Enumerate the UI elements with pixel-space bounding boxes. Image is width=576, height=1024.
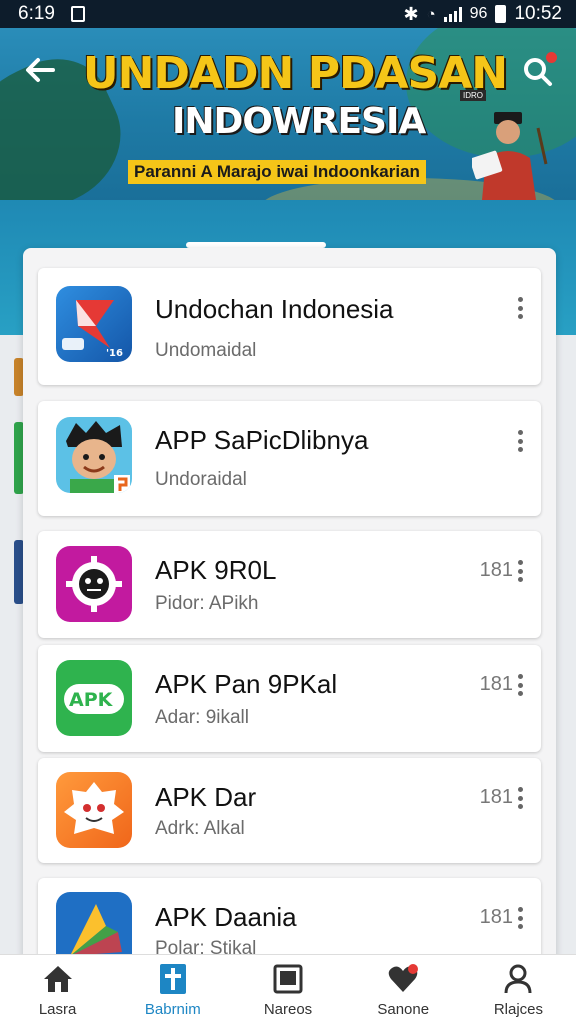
list-item[interactable]: '16 Undochan Indonesia Undomaidal (38, 268, 541, 385)
nav-item-home[interactable]: Lasra (0, 955, 115, 1024)
person-illustration (472, 112, 548, 200)
list-item[interactable]: APP SaPicDlibnya Undoraidal (38, 401, 541, 516)
signal-icon (443, 6, 462, 22)
image-icon (271, 962, 305, 996)
back-button[interactable] (20, 50, 60, 90)
status-time: 6:19 (18, 3, 55, 24)
notification-icon (70, 6, 85, 22)
nav-item-nareos[interactable]: Nareos (230, 955, 345, 1024)
nav-label: Lasra (38, 1000, 77, 1018)
status-bar: 6:19 ✱ ◔ 96 10:52 (0, 0, 576, 28)
nav-item-sanone[interactable]: Sanone (346, 955, 461, 1024)
arrow-left-icon (26, 58, 55, 82)
app-meta: 181 (479, 673, 513, 695)
nav-label: Babrnim (144, 1000, 201, 1018)
heart-badge-icon (386, 962, 420, 996)
status-clock: 10:52 (514, 3, 562, 24)
more-options-icon[interactable] (513, 904, 527, 932)
svg-text:APK: APK (69, 689, 114, 711)
svg-text:'16: '16 (106, 348, 123, 359)
more-options-icon[interactable] (513, 427, 527, 455)
more-options-icon[interactable] (513, 294, 527, 322)
app-title: APP SaPicDlibnya (155, 425, 369, 455)
list-item[interactable]: APK Dar Adrk: Alkal 181 (38, 758, 541, 863)
home-icon (41, 962, 75, 996)
app-title: APK 9R0L (155, 555, 277, 585)
bluetooth-icon: ✱ (403, 3, 419, 24)
nav-label: Sanone (377, 1000, 430, 1018)
star-logo-icon: '16 (56, 286, 132, 362)
ghost-face-icon (56, 772, 132, 848)
gear-face-icon (56, 546, 132, 622)
more-options-icon[interactable] (513, 557, 527, 585)
nav-item-babrnim[interactable]: Babrnim (115, 955, 230, 1024)
search-button[interactable] (516, 50, 560, 94)
app-meta: 181 (479, 559, 513, 581)
nav-label: Rlajces (493, 1000, 543, 1018)
notification-dot (546, 52, 557, 63)
app-subtitle: Adrk: Alkal (155, 818, 245, 839)
profile-icon (501, 962, 535, 996)
more-options-icon[interactable] (513, 671, 527, 699)
nav-label: Nareos (263, 1000, 313, 1018)
bookmark-cross-icon (156, 962, 190, 996)
app-subtitle: Undoraidal (155, 469, 247, 490)
app-title: Undochan Indonesia (155, 294, 394, 324)
battery-percent: 96 (469, 5, 488, 22)
app-subtitle: Pidor: APikh (155, 593, 259, 614)
app-meta: 181 (479, 906, 513, 928)
banner-subtitle: INDOWRESIA (172, 101, 426, 142)
app-list: '16 Undochan Indonesia Undomaidal APP Sa… (23, 248, 556, 968)
wifi-icon: ◔ (426, 5, 436, 23)
battery-icon (495, 5, 507, 23)
app-subtitle: Undomaidal (155, 340, 257, 361)
list-item[interactable]: APK APK Pan 9PKal Adar: 9ikall 181 (38, 645, 541, 752)
bottom-navigation: Lasra Babrnim Nareos Sanone Rlajces (0, 954, 576, 1024)
cartoon-character-icon (56, 417, 132, 493)
banner-badge: IDRO (460, 90, 486, 101)
app-title: APK Dar (155, 782, 257, 812)
app-title: APK Daania (155, 902, 297, 932)
app-title: APK Pan 9PKal (155, 669, 338, 699)
apk-logo-icon: APK (56, 660, 132, 736)
app-subtitle: Adar: 9ikall (155, 707, 249, 728)
more-options-icon[interactable] (513, 784, 527, 812)
list-item[interactable]: APK 9R0L Pidor: APikh 181 (38, 531, 541, 638)
app-meta: 181 (479, 786, 513, 808)
banner-tagline: Paranni A Marajo iwai Indoonkarian (128, 160, 426, 184)
banner-title: UNDADN PDASAN (82, 48, 508, 99)
header-banner: UNDADN PDASAN INDOWRESIA Paranni A Maraj… (0, 28, 576, 200)
nav-item-rlajces[interactable]: Rlajces (461, 955, 576, 1024)
